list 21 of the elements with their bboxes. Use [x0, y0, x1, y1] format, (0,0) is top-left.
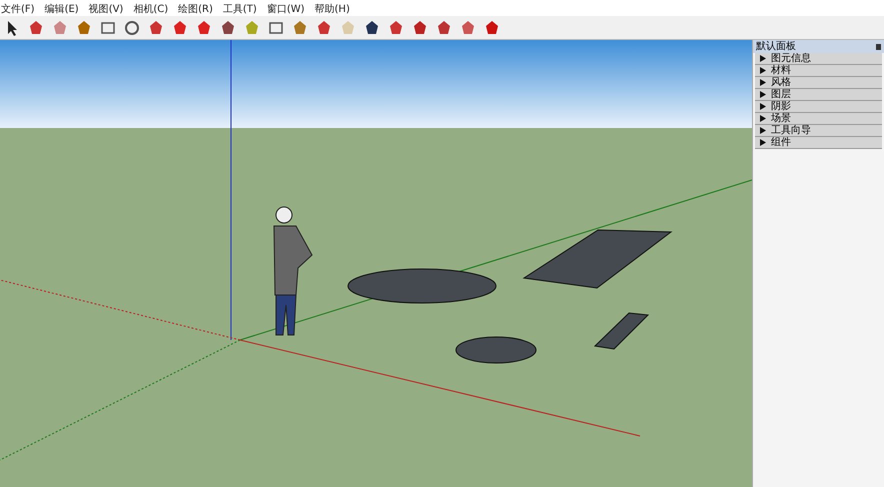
- menu-item[interactable]: 工具(T): [222, 4, 257, 16]
- menu-item[interactable]: 视图(V): [88, 4, 124, 16]
- ellipse-shape[interactable]: [456, 336, 536, 364]
- panel-section[interactable]: 阴影: [755, 101, 882, 113]
- menu-item[interactable]: 相机(C): [133, 4, 168, 16]
- panel-section[interactable]: 组件: [755, 137, 882, 149]
- menu-item[interactable]: 窗口(W): [266, 4, 305, 16]
- menu-item[interactable]: 编辑(E): [44, 4, 79, 16]
- panel-section[interactable]: 风格: [755, 77, 882, 89]
- menu-item[interactable]: 文件(F): [1, 4, 35, 16]
- menu-item[interactable]: 绘图(R): [178, 4, 213, 16]
- panel-section[interactable]: 图元信息: [755, 53, 882, 65]
- circle-icon[interactable]: [123, 18, 141, 36]
- panel-title: 默认面板: [756, 40, 796, 52]
- menu-item[interactable]: 帮助(H): [314, 4, 350, 16]
- panel-section[interactable]: 工具向导: [755, 125, 882, 137]
- pin-icon[interactable]: [876, 44, 881, 50]
- panel-section[interactable]: 图层: [755, 89, 882, 101]
- ellipse-shape[interactable]: [348, 268, 496, 304]
- panel-section[interactable]: 材料: [755, 65, 882, 77]
- panel-section[interactable]: 场景: [755, 113, 882, 125]
